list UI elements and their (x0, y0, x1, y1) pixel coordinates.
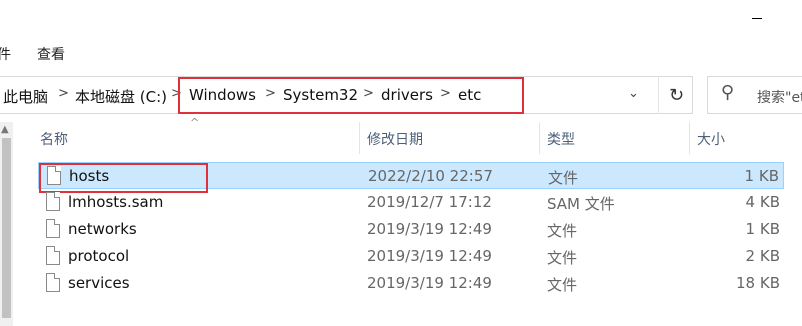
file-type: SAM 文件 (547, 195, 615, 213)
file-size: 18 KB (736, 274, 780, 292)
minimize-button[interactable] (752, 18, 762, 19)
column-divider[interactable] (689, 122, 690, 154)
file-type: 文件 (547, 222, 578, 240)
search-placeholder: 搜索"etc" (757, 90, 802, 106)
column-header-name[interactable]: 名称 (40, 129, 68, 149)
scroll-up-icon[interactable]: ▲ (1, 124, 9, 135)
file-type: 文件 (548, 169, 579, 187)
file-icon (46, 273, 60, 292)
menu-view[interactable]: 查看 (37, 44, 65, 64)
file-size: 4 KB (745, 193, 780, 211)
file-date: 2022/2/10 22:57 (368, 167, 493, 185)
file-row-networks[interactable]: networks 2019/3/19 12:49 文件 1 KB (38, 216, 784, 243)
file-date: 2019/3/19 12:49 (367, 274, 492, 292)
column-divider[interactable] (539, 122, 540, 154)
file-row-lmhosts[interactable]: lmhosts.sam 2019/12/7 17:12 SAM 文件 4 KB (38, 189, 784, 216)
column-divider[interactable] (359, 122, 360, 154)
column-header-size[interactable]: 大小 (697, 129, 725, 149)
refresh-icon[interactable]: ↻ (658, 76, 694, 114)
file-name: networks (68, 220, 137, 238)
file-date: 2019/12/7 17:12 (367, 193, 492, 211)
search-icon: ⚲ (721, 82, 735, 103)
breadcrumb-this-pc[interactable]: 此电脑 (3, 86, 48, 107)
file-icon (46, 192, 60, 211)
file-row-protocol[interactable]: protocol 2019/3/19 12:49 文件 2 KB (38, 243, 784, 270)
chevron-down-icon[interactable]: ⌄ (628, 86, 639, 101)
menu-file-partial[interactable]: 件 (0, 44, 11, 64)
file-name: protocol (68, 247, 130, 265)
file-type: 文件 (547, 276, 578, 294)
file-size: 2 KB (745, 247, 780, 265)
scrollbar-thumb[interactable] (2, 138, 11, 318)
file-date: 2019/3/19 12:49 (367, 247, 492, 265)
breadcrumb-local-disk[interactable]: 本地磁盘 (C:) (75, 86, 167, 107)
file-row-services[interactable]: services 2019/3/19 12:49 文件 18 KB (38, 270, 784, 297)
file-name: lmhosts.sam (68, 193, 164, 211)
path-highlight-box (178, 77, 524, 114)
file-icon (46, 246, 60, 265)
file-type: 文件 (547, 249, 578, 267)
column-header-date[interactable]: 修改日期 (367, 129, 423, 149)
file-size: 1 KB (744, 167, 779, 185)
sort-ascending-icon: ^ (190, 116, 200, 129)
column-header-type[interactable]: 类型 (547, 129, 575, 149)
file-name: services (68, 274, 130, 292)
file-date: 2019/3/19 12:49 (367, 220, 492, 238)
chevron-right-icon[interactable]: > (58, 86, 69, 101)
file-size: 1 KB (745, 220, 780, 238)
file-icon (46, 219, 60, 238)
